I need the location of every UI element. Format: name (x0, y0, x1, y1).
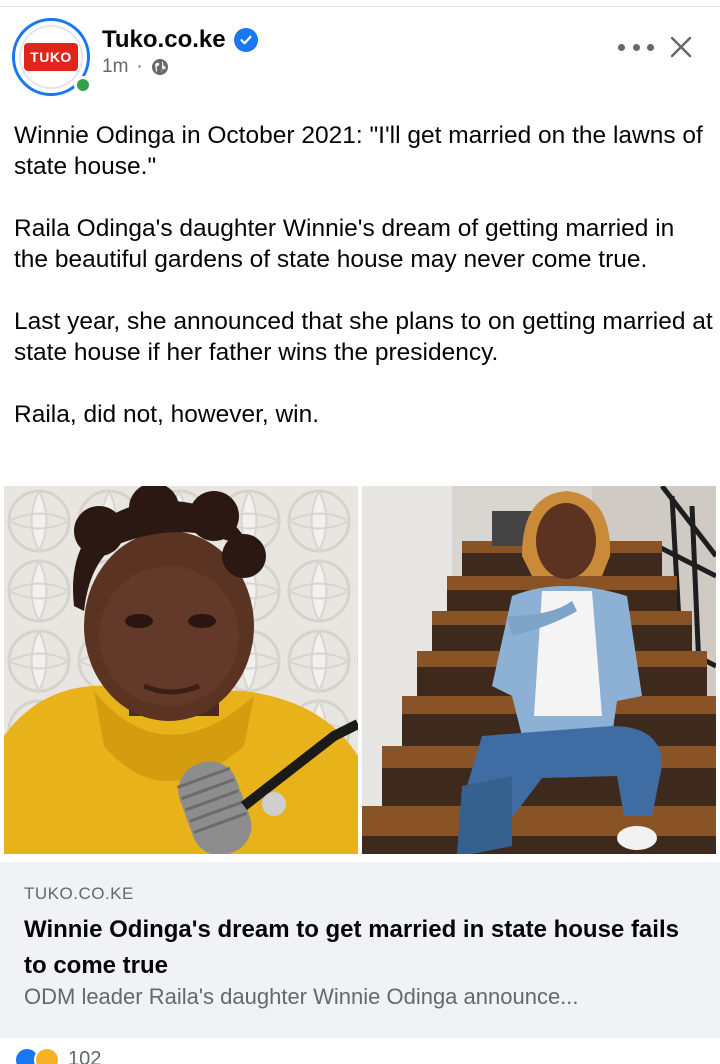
link-domain: TUKO.CO.KE (24, 884, 134, 903)
post-body-text: Winnie Odinga in October 2021: "I'll get… (14, 120, 714, 461)
post-paragraph-3: Last year, she announced that she plans … (14, 308, 713, 366)
meta-separator: · (136, 56, 143, 77)
page-name-row: Tuko.co.ke (102, 26, 258, 54)
reaction-count: 102 (68, 1047, 102, 1064)
page-name[interactable]: Tuko.co.ke (102, 26, 226, 54)
photo-on-stairs (362, 486, 716, 854)
post-meta: 1m · (102, 56, 169, 78)
online-status-dot (74, 76, 92, 94)
photo-yellow-hoodie (4, 486, 358, 854)
verified-badge-icon (233, 28, 258, 52)
more-options-icon[interactable] (618, 36, 654, 58)
post-paragraph-4: Raila, did not, however, win. (14, 401, 320, 428)
page-avatar[interactable]: TUKO (12, 18, 92, 96)
post-timestamp[interactable]: 1m (102, 56, 128, 78)
post-paragraph-1: Winnie Odinga in October 2021: "I'll get… (14, 122, 703, 180)
public-globe-icon (151, 59, 168, 75)
haha-icon (34, 1047, 60, 1064)
close-icon[interactable] (668, 34, 694, 60)
link-title[interactable]: Winnie Odinga's dream to get married in … (24, 912, 704, 984)
post-paragraph-2: Raila Odinga's daughter Winnie's dream o… (14, 215, 675, 273)
post-image[interactable] (0, 484, 720, 858)
avatar-inner: TUKO (19, 25, 83, 89)
reactions-summary[interactable]: 102 (14, 1044, 101, 1064)
post-header: TUKO Tuko.co.ke 1m · (0, 6, 720, 106)
link-description: ODM leader Raila's daughter Winnie Oding… (24, 984, 579, 1009)
link-preview-card[interactable]: TUKO.CO.KE Winnie Odinga's dream to get … (0, 862, 720, 1038)
tuko-logo: TUKO (24, 43, 78, 71)
